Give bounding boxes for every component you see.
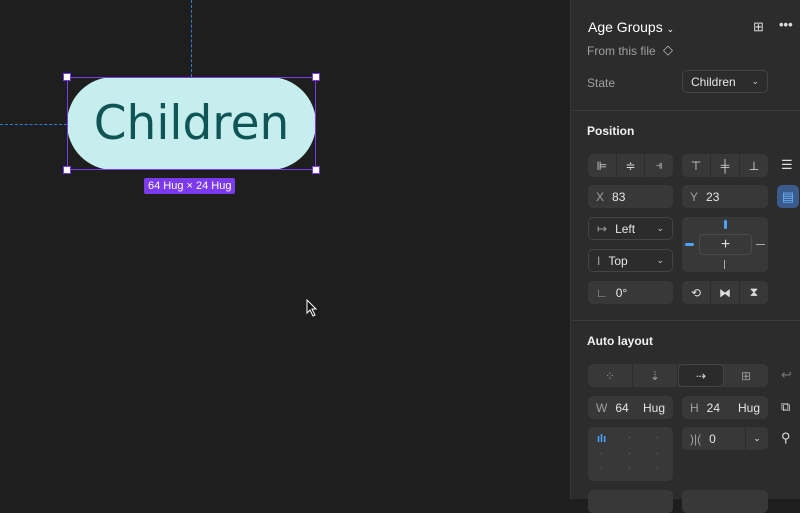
width-field[interactable]: W 64 Hug: [588, 396, 673, 419]
selection-box: [67, 77, 316, 170]
alignment-active-icon: ılı: [597, 433, 607, 445]
layout-grid-icon[interactable]: ⊞: [724, 364, 768, 387]
gap-value: 0: [709, 431, 716, 446]
alignment-dot[interactable]: ·: [600, 449, 603, 458]
guide-vertical: [191, 0, 192, 77]
vertical-align-group: ⊤ ╪ ⊥: [682, 154, 768, 177]
clip-content-icon[interactable]: ⧉: [781, 399, 790, 415]
component-name-text: Age Groups: [588, 19, 663, 35]
align-right-icon[interactable]: ⫣: [645, 154, 673, 177]
divider: [571, 110, 800, 111]
flip-horizontal-icon[interactable]: ⧓: [711, 281, 740, 304]
state-label: State: [587, 76, 616, 90]
state-value: Children: [691, 74, 736, 89]
layout-freeform-icon[interactable]: ⁘: [588, 364, 633, 387]
gap-dropdown-chevron-icon[interactable]: ⌄: [745, 427, 768, 450]
constraint-left-active[interactable]: [685, 243, 694, 246]
horizontal-constraint-dropdown[interactable]: ↦ Left ⌄: [588, 217, 673, 240]
chevron-down-icon: ⌄: [656, 255, 664, 265]
x-value: 83: [612, 189, 626, 204]
alignment-dot[interactable]: ·: [600, 464, 603, 473]
padding-horizontal-field[interactable]: [588, 490, 673, 513]
size-label: 64 Hug × 24 Hug: [144, 178, 236, 194]
more-icon[interactable]: •••: [779, 17, 793, 32]
chevron-down-icon: ⌄: [751, 76, 759, 86]
rotation-field[interactable]: ∟ 0°: [588, 281, 673, 304]
divider: [571, 320, 800, 321]
canvas[interactable]: Children 64 Hug × 24 Hug: [0, 0, 570, 499]
padding-vertical-field[interactable]: [682, 490, 768, 513]
x-field[interactable]: X 83: [588, 185, 673, 208]
align-top-icon[interactable]: ⊤: [682, 154, 711, 177]
gap-icon: )|(: [690, 431, 702, 446]
horizontal-align-group: ⊫ ≑ ⫣: [588, 154, 673, 177]
align-left-icon[interactable]: ⊫: [588, 154, 617, 177]
y-value: 23: [706, 189, 720, 204]
vertical-constraint-value: Top: [608, 253, 628, 268]
rotate-icon[interactable]: ⟲: [682, 281, 711, 304]
distribute-icon[interactable]: ☰: [781, 157, 793, 173]
align-center-h-icon[interactable]: ≑: [617, 154, 646, 177]
h-label: H: [690, 400, 699, 415]
vertical-constraint-icon: I: [597, 253, 601, 268]
height-field[interactable]: H 24 Hug: [682, 396, 768, 419]
alignment-dot[interactable]: ·: [656, 433, 659, 442]
guide-horizontal: [0, 124, 67, 125]
layout-vertical-icon[interactable]: ⇣: [633, 364, 678, 387]
y-label: Y: [690, 189, 699, 204]
w-label: W: [596, 400, 608, 415]
cursor-icon: [306, 299, 318, 317]
align-middle-icon[interactable]: ╪: [711, 154, 740, 177]
layout-settings-icon[interactable]: ⚲: [781, 430, 791, 446]
position-title: Position: [587, 124, 635, 138]
w-value: 64: [615, 400, 629, 415]
layout-horizontal-icon[interactable]: ⇢: [678, 364, 724, 387]
h-value: 24: [706, 400, 721, 415]
chevron-down-icon: ⌄: [656, 223, 664, 233]
flip-vertical-icon[interactable]: ⧗: [740, 281, 768, 304]
align-bottom-icon[interactable]: ⊥: [740, 154, 768, 177]
constraint-right[interactable]: [756, 244, 765, 245]
component-grid-icon[interactable]: ⊞: [753, 19, 764, 35]
constraints-center-icon: +: [699, 234, 752, 255]
x-label: X: [596, 189, 605, 204]
constraint-top-active[interactable]: [724, 220, 727, 229]
constraints-widget[interactable]: +: [682, 217, 768, 272]
wrap-icon[interactable]: ↩: [781, 367, 792, 383]
resize-handle[interactable]: [63, 73, 71, 81]
auto-layout-title: Auto layout: [587, 334, 653, 348]
resize-handle[interactable]: [63, 166, 71, 174]
vertical-constraint-dropdown[interactable]: I Top ⌄: [588, 249, 673, 272]
layout-direction-group: ⁘ ⇣ ⇢ ⊞: [588, 364, 768, 387]
chevron-down-icon: ⌄: [666, 24, 675, 34]
component-diamond-icon[interactable]: ◇: [663, 42, 673, 58]
h-mode[interactable]: Hug: [738, 401, 760, 415]
gap-field[interactable]: )|( 0 ⌄: [682, 427, 768, 450]
w-mode[interactable]: Hug: [643, 401, 665, 415]
alignment-grid[interactable]: ılı · · · · · · · ·: [588, 427, 673, 481]
resize-handle[interactable]: [312, 166, 320, 174]
horizontal-constraint-icon: ↦: [597, 221, 608, 236]
alignment-dot[interactable]: ·: [628, 433, 631, 442]
rotation-value: 0°: [615, 285, 628, 300]
alignment-dot[interactable]: ·: [628, 449, 631, 458]
alignment-dot[interactable]: ·: [656, 449, 659, 458]
state-dropdown[interactable]: Children ⌄: [682, 70, 768, 93]
rotation-icon: ∟: [596, 285, 608, 300]
alignment-dot[interactable]: ·: [656, 464, 659, 473]
transform-group: ⟲ ⧓ ⧗: [682, 281, 768, 304]
component-name[interactable]: Age Groups ⌄: [588, 19, 674, 35]
constraints-toggle-icon[interactable]: ▤: [777, 185, 799, 208]
constraint-bottom[interactable]: [724, 260, 725, 269]
resize-handle[interactable]: [312, 73, 320, 81]
horizontal-constraint-value: Left: [615, 221, 636, 236]
properties-panel: Age Groups ⌄ ⊞ ••• From this file ◇ Stat…: [570, 0, 800, 513]
component-source: From this file: [587, 44, 656, 58]
alignment-dot[interactable]: ·: [628, 464, 631, 473]
y-field[interactable]: Y 23: [682, 185, 768, 208]
